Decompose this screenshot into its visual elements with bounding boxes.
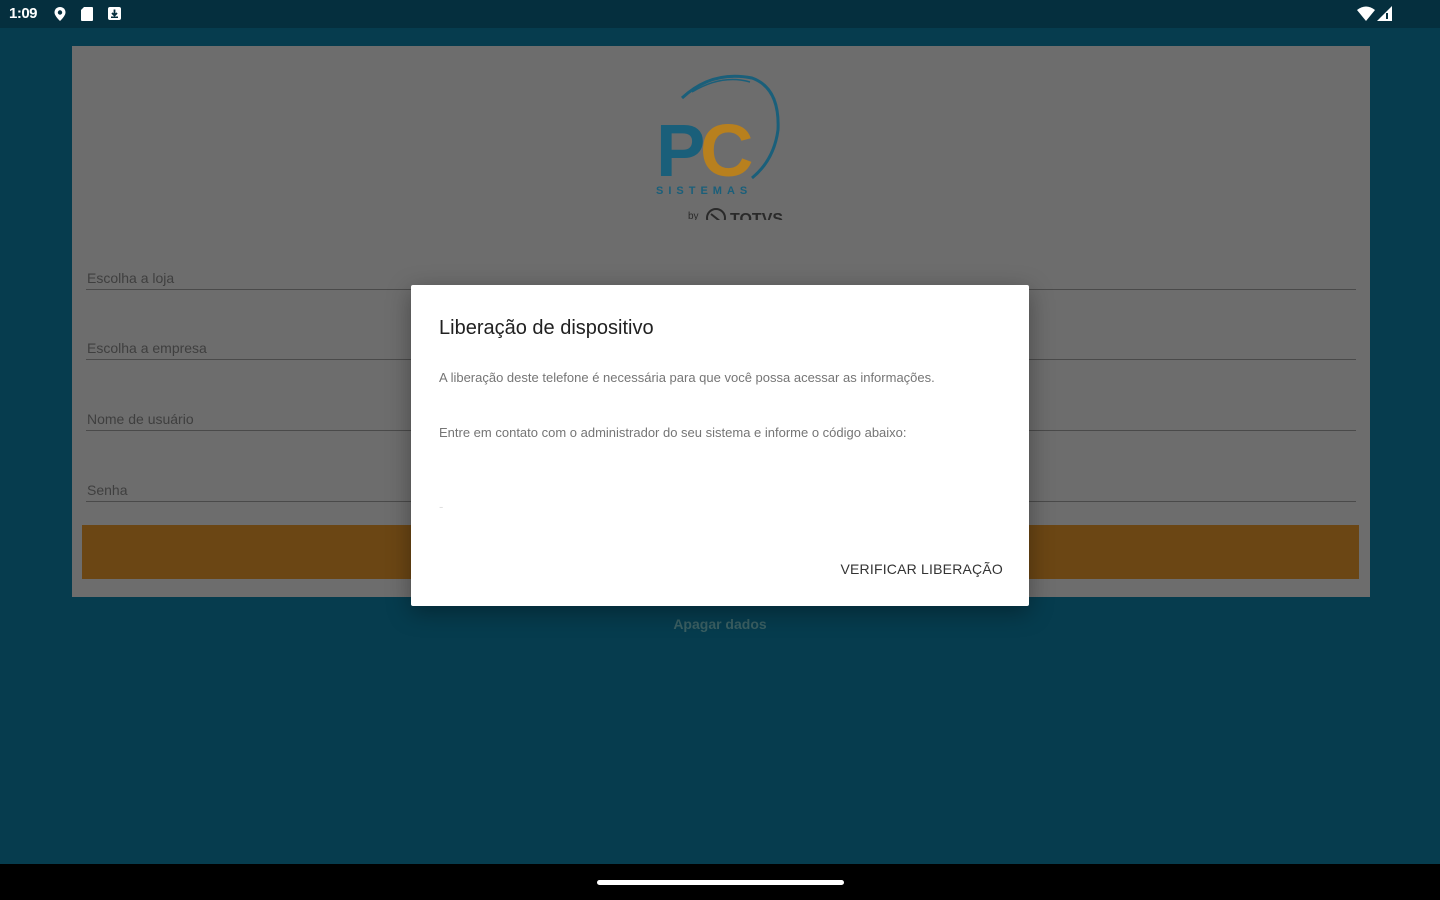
svg-text:C: C xyxy=(700,109,753,192)
navigation-bar xyxy=(0,864,1440,900)
dialog-title: Liberação de dispositivo xyxy=(439,317,654,339)
store-select-label: Escolha a loja xyxy=(87,270,175,286)
cellular-signal-icon xyxy=(1377,6,1393,26)
location-pin-icon xyxy=(52,6,68,27)
svg-text:P: P xyxy=(656,109,705,192)
dialog-message-2: Entre em contato com o administrador do … xyxy=(439,425,907,440)
wifi-icon xyxy=(1357,6,1375,26)
svg-text:by: by xyxy=(688,211,699,220)
clear-data-link[interactable]: Apagar dados xyxy=(0,616,1440,632)
svg-text:SISTEMAS: SISTEMAS xyxy=(656,185,752,197)
svg-text:TOTVS: TOTVS xyxy=(730,211,783,220)
password-label: Senha xyxy=(87,482,128,498)
company-select-label: Escolha a empresa xyxy=(87,340,207,356)
dialog-message-1: A liberação deste telefone é necessária … xyxy=(439,370,935,385)
home-gesture-handle[interactable] xyxy=(597,880,844,885)
status-time: 1:09 xyxy=(9,5,38,22)
download-icon xyxy=(107,6,122,26)
store-select[interactable]: Escolha a loja xyxy=(86,249,1356,290)
device-release-dialog: Liberação de dispositivo A liberação des… xyxy=(411,285,1029,606)
sd-card-icon xyxy=(80,6,94,27)
username-label: Nome de usuário xyxy=(87,411,194,427)
pc-sistemas-logo: P C SISTEMAS by TOTVS xyxy=(652,60,792,228)
verify-release-button[interactable]: VERIFICAR LIBERAÇÃO xyxy=(840,561,1003,577)
status-bar: 1:09 xyxy=(0,0,1440,28)
device-code: - xyxy=(439,499,444,514)
